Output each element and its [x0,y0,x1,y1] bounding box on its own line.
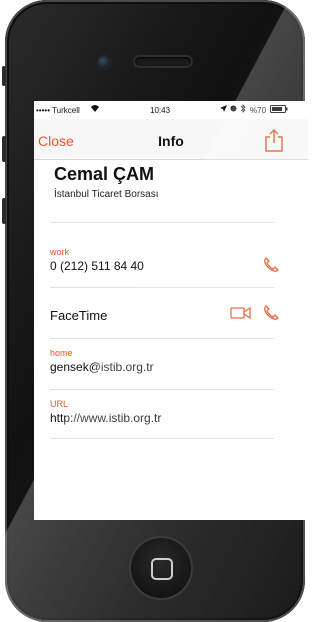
share-icon [265,128,283,152]
email-value[interactable]: gensek@istib.org.tr [50,360,274,374]
divider [50,287,274,288]
volume-up-button [2,136,6,162]
phone-row[interactable]: work 0 (212) 511 84 40 [50,247,274,273]
phone-call-button[interactable] [262,256,280,274]
phone-label: work [50,247,70,257]
phone-icon [264,305,279,320]
facetime-video-button[interactable] [230,304,252,322]
time-label: 10:43 [150,106,171,115]
volume-down-button [2,198,6,224]
divider [50,222,274,223]
navigation-bar: Close Info [34,119,308,160]
home-button[interactable] [131,538,191,598]
phone-value[interactable]: 0 (212) 511 84 40 [50,259,274,273]
contact-company: İstanbul Ticaret Borsası [54,189,159,200]
divider [50,438,274,439]
contact-name: Cemal ÇAM [54,164,155,184]
carrier-label: ••••• Turkcell [36,106,80,115]
battery-percent: %70 [250,106,267,115]
location-icon [220,105,227,114]
wifi-icon [90,104,100,115]
alarm-icon [230,105,237,114]
share-button[interactable] [262,127,286,153]
earpiece-speaker [135,57,191,66]
url-row[interactable]: URL http://www.istib.org.tr [50,399,274,425]
front-camera [98,56,110,68]
divider [50,338,274,339]
url-label: URL [50,399,69,409]
email-row[interactable]: home gensek@istib.org.tr [50,348,274,374]
divider [50,389,274,390]
phone-icon [264,257,279,272]
battery-icon [270,105,288,115]
mute-switch [2,66,6,86]
url-value[interactable]: http://www.istib.org.tr [50,411,274,425]
home-square-icon [151,558,173,580]
bluetooth-icon [240,104,246,115]
video-icon [230,306,251,320]
status-bar: ••••• Turkcell 10:43 %70 [34,101,308,119]
facetime-audio-button[interactable] [262,304,280,322]
email-label: home [50,348,73,358]
